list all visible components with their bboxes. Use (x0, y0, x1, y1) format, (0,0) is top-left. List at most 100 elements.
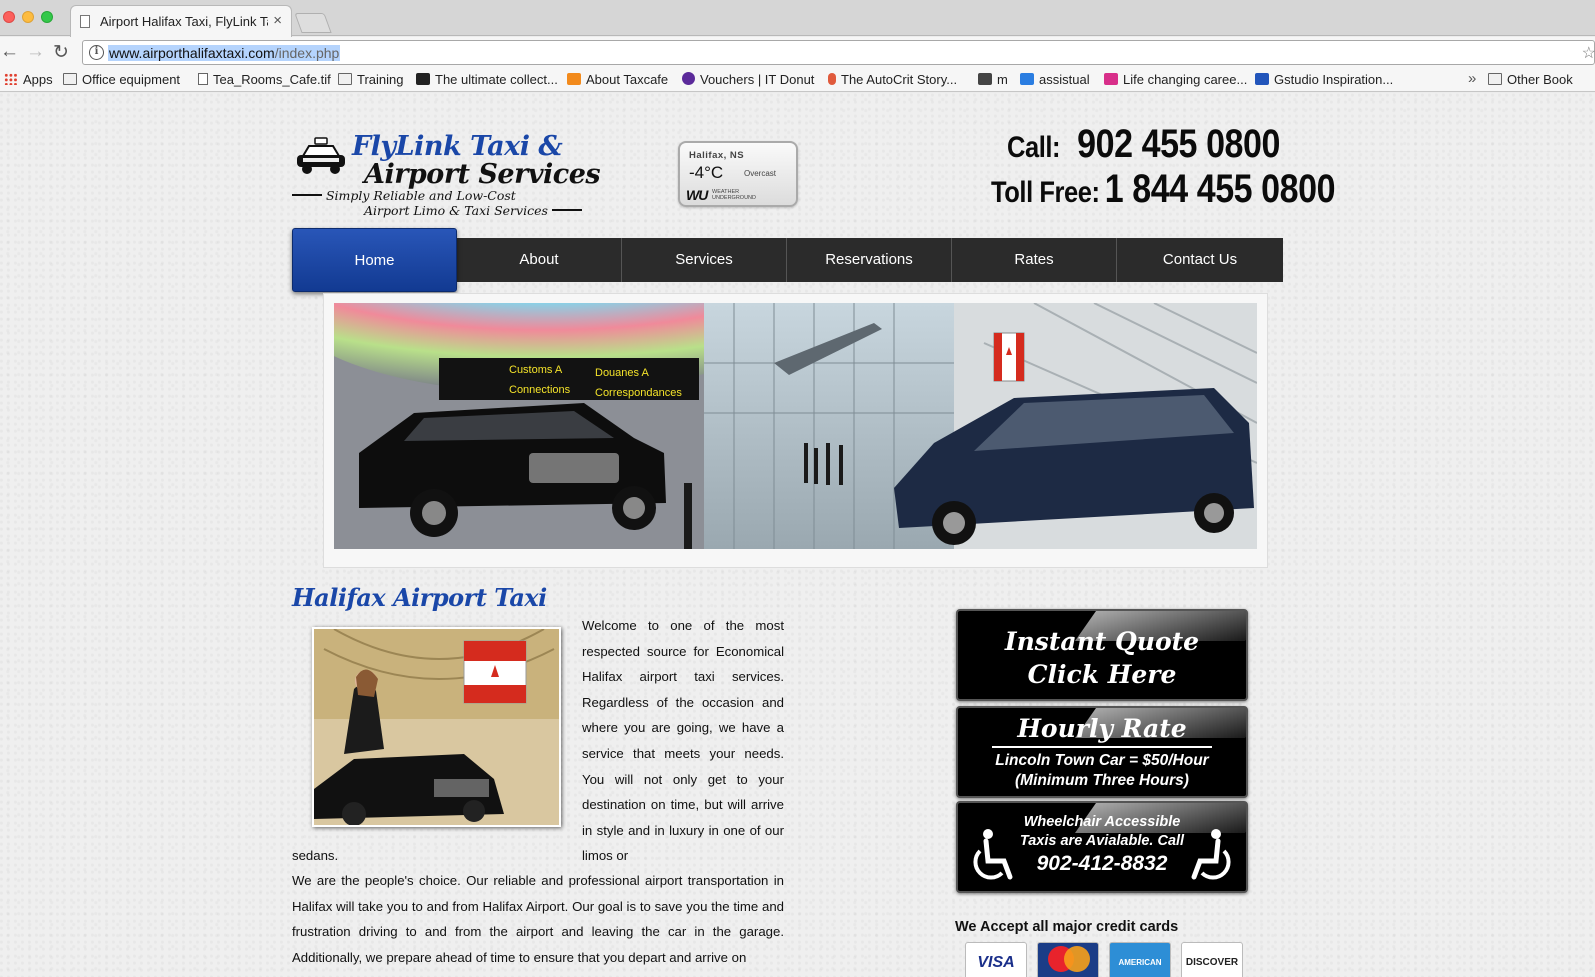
folder-icon (338, 73, 352, 85)
bookmark-gstudio[interactable]: Gstudio Inspiration... (1255, 72, 1393, 87)
forward-arrow-icon[interactable]: → (26, 41, 45, 63)
close-window-button[interactable] (3, 11, 15, 23)
instant-quote-button[interactable]: Instant Quote Click Here (956, 609, 1248, 701)
taxi-car-icon (297, 137, 345, 174)
bookmark-m[interactable]: m (978, 72, 1008, 87)
taxcafe-icon (567, 73, 581, 85)
tollfree-number[interactable]: 1 844 455 0800 (1105, 167, 1336, 211)
it-donut-icon (682, 72, 695, 85)
wheelchair-icon-right (1191, 829, 1231, 880)
page-icon (80, 15, 90, 28)
weather-underground-text: WEATHER UNDERGROUND (712, 189, 756, 201)
tollfree-label: Toll Free: (991, 176, 1100, 209)
cb-site-icon (416, 73, 430, 85)
site-logo[interactable]: FlyLink Taxi & Airport Services Simply R… (292, 131, 601, 221)
sign-connections: Connections (509, 384, 571, 396)
bookmark-apps[interactable]: Apps (4, 72, 53, 87)
bookmark-assistual[interactable]: assistual (1020, 72, 1090, 87)
back-arrow-icon[interactable]: ← (0, 41, 19, 63)
maximize-window-button[interactable] (41, 11, 53, 23)
assistual-icon (1020, 73, 1034, 85)
chevron-more-icon[interactable]: » (1468, 70, 1476, 87)
bookmark-tea-rooms[interactable]: Tea_Rooms_Cafe.tif (198, 72, 331, 87)
airport-cars-banner: Customs A Connections Douanes A Correspo… (334, 303, 1257, 549)
wheelchair-line2: Taxis are Avialable. Call (1019, 833, 1185, 849)
main-navigation: Home About Services Reservations Rates C… (292, 228, 1283, 292)
wheelchair-icon (973, 829, 1013, 880)
page-content: FlyLink Taxi & Airport Services Simply R… (0, 93, 1595, 977)
bookmark-training[interactable]: Training (338, 72, 403, 87)
nav-about[interactable]: About (457, 238, 622, 282)
reload-icon[interactable]: ↻ (53, 41, 69, 64)
bookmark-ultimate-collect[interactable]: The ultimate collect... (416, 72, 558, 87)
tab-close-icon[interactable]: × (273, 12, 282, 29)
browser-toolbar: ← → ↻ i www.airporthalifaxtaxi.com/index… (0, 37, 1595, 69)
careers-icon (1104, 73, 1118, 85)
people-choice-paragraph: We are the people's choice. Our reliable… (292, 873, 784, 965)
apps-grid-icon (4, 73, 18, 85)
call-label: Call: (1006, 131, 1061, 164)
gstudio-icon (1255, 73, 1269, 85)
chauffeur-photo (312, 627, 561, 827)
nav-contact-us[interactable]: Contact Us (1117, 238, 1283, 282)
browser-tab[interactable]: Airport Halifax Taxi, FlyLink Ta × (70, 5, 292, 37)
nav-services[interactable]: Services (622, 238, 787, 282)
chauffeur-limo-image (314, 629, 559, 825)
logo-title-line1: FlyLink Taxi & (352, 131, 563, 162)
wheelchair-line1: Wheelchair Accessible (1023, 814, 1181, 830)
amex-logo: AMERICAN EXPRESS (1109, 942, 1171, 977)
banner-frame: Customs A Connections Douanes A Correspo… (323, 293, 1268, 568)
mastercard-logo (1037, 942, 1099, 977)
phone-numbers: Call: 902 455 0800 Toll Free: 1 844 455 08… (991, 122, 1336, 213)
document-icon (198, 73, 208, 85)
weather-temperature: -4°C (689, 163, 724, 182)
box-icon (978, 73, 992, 85)
visa-logo: VISA (965, 942, 1027, 977)
nav-reservations[interactable]: Reservations (787, 238, 952, 282)
hourly-minimum-line: (Minimum Three Hours) (1015, 772, 1189, 789)
folder-icon (1488, 73, 1502, 85)
hourly-rate-banner[interactable]: Hourly Rate Lincoln Town Car = $50/Hour (… (956, 706, 1248, 798)
site-info-icon[interactable]: i (89, 45, 104, 60)
new-tab-button[interactable] (294, 13, 332, 33)
hourly-title: Hourly Rate (1017, 714, 1187, 743)
sign-correspondances: Correspondances (595, 387, 682, 399)
nav-home[interactable]: Home (292, 228, 457, 292)
quote-line2: Click Here (1027, 660, 1177, 689)
address-bar[interactable]: i www.airporthalifaxtaxi.com/index.php ☆ (82, 40, 1595, 65)
autocrit-icon (828, 73, 836, 85)
bookmark-life-changing[interactable]: Life changing caree... (1104, 72, 1247, 87)
intro-paragraph-end: sedans. (292, 848, 339, 863)
bookmark-office-equipment[interactable]: Office equipment (63, 72, 180, 87)
bookmark-taxcafe[interactable]: About Taxcafe (567, 72, 668, 87)
credit-cards-heading: We Accept all major credit cards (955, 919, 1179, 935)
nav-rates[interactable]: Rates (952, 238, 1117, 282)
logo-tagline-2: Airport Limo & Taxi Services (364, 203, 582, 218)
call-number[interactable]: 902 455 0800 (1077, 122, 1280, 166)
weather-widget[interactable]: Halifax, NS -4°C Overcast WU WEATHER UND… (678, 141, 798, 207)
banner-image: Customs A Connections Douanes A Correspo… (334, 303, 1257, 549)
sign-customs: Customs A (509, 364, 563, 376)
weather-city: Halifax, NS (689, 150, 745, 161)
bookmarks-bar: Apps Office equipment Tea_Rooms_Cafe.tif… (0, 69, 1595, 92)
browser-tab-bar: Airport Halifax Taxi, FlyLink Ta × (0, 0, 1595, 37)
weather-underground-logo: WU (686, 187, 708, 203)
logo-tagline-1: Simply Reliable and Low-Cost (292, 188, 516, 203)
bookmark-autocrit[interactable]: The AutoCrit Story... (828, 72, 957, 87)
url-text[interactable]: www.airporthalifaxtaxi.com/index.php (108, 45, 341, 61)
weather-condition: Overcast (744, 169, 777, 178)
tab-title: Airport Halifax Taxi, FlyLink Ta (100, 14, 268, 29)
discover-logo: DISCOVER (1181, 942, 1243, 977)
bookmark-other[interactable]: Other Book (1488, 72, 1573, 87)
hourly-divider (992, 746, 1212, 748)
credit-card-logos: VISA AMERICAN EXPRESS DISCOVER (965, 942, 1243, 977)
bookmark-star-icon[interactable]: ☆ (1582, 43, 1595, 63)
wheelchair-accessible-banner[interactable]: Wheelchair Accessible Taxis are Avialable… (956, 801, 1248, 893)
minimize-window-button[interactable] (22, 11, 34, 23)
folder-icon (63, 73, 77, 85)
quote-line1: Instant Quote (1004, 627, 1200, 656)
hourly-rate-line: Lincoln Town Car = $50/Hour (995, 752, 1209, 769)
sign-douanes: Douanes A (595, 367, 649, 379)
page-heading: Halifax Airport Taxi (292, 583, 547, 612)
bookmark-it-donut[interactable]: Vouchers | IT Donut (682, 72, 814, 87)
